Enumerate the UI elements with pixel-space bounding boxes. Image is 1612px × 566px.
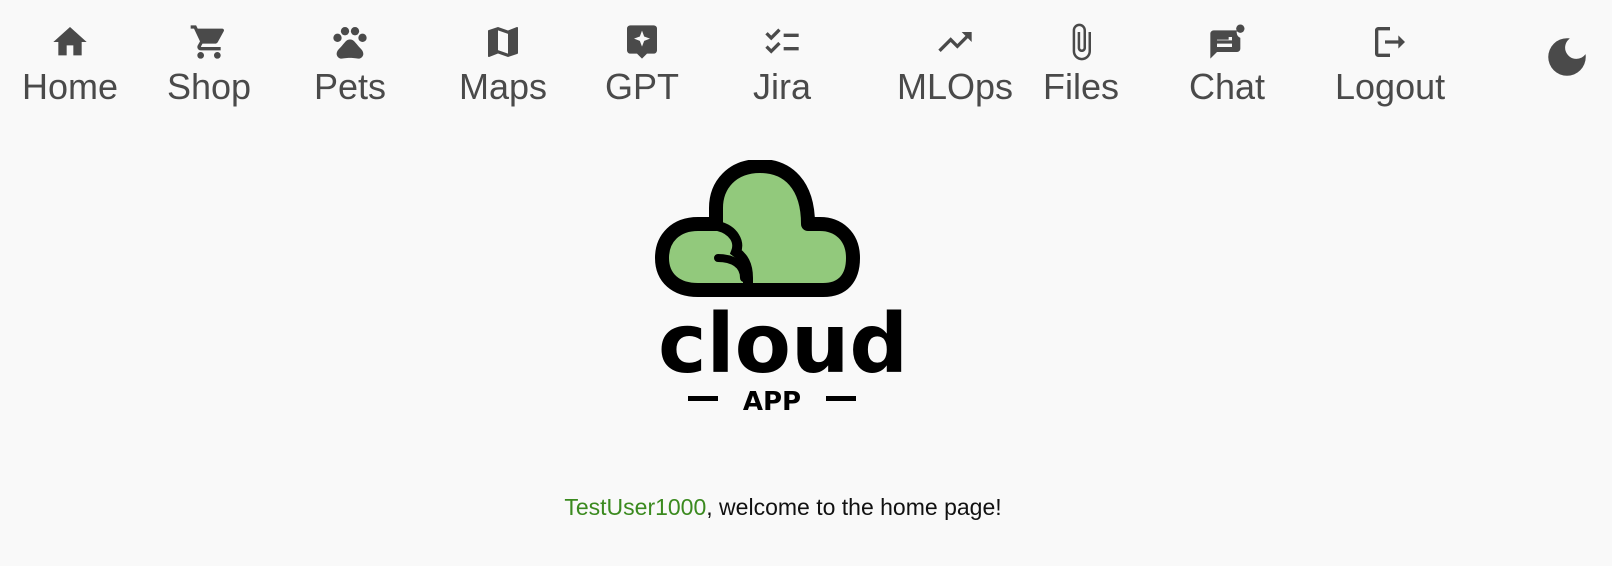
nav-gpt-label: GPT — [605, 66, 680, 107]
nav-jira[interactable]: Jira — [753, 22, 811, 107]
chat-notification-icon — [1207, 22, 1247, 62]
nav-pets-label: Pets — [314, 66, 387, 107]
nav-shop-label: Shop — [167, 66, 252, 107]
nav-chat[interactable]: Chat — [1189, 22, 1265, 107]
logo-subword: APP — [743, 387, 801, 417]
nav-chat-label: Chat — [1189, 66, 1266, 107]
map-icon — [483, 22, 523, 62]
paw-icon — [330, 22, 370, 62]
nav-maps-label: Maps — [459, 66, 548, 107]
theme-toggle-button[interactable] — [1542, 32, 1592, 82]
nav-logout-label: Logout — [1335, 66, 1446, 107]
home-icon — [50, 22, 90, 62]
trending-up-icon — [935, 22, 975, 62]
paperclip-icon — [1061, 22, 1101, 62]
nav-gpt[interactable]: GPT — [605, 22, 679, 107]
logo-wordmark: cloud — [658, 297, 908, 392]
cloud-app-logo: cloud APP — [648, 159, 918, 425]
nav-jira-label: Jira — [753, 66, 812, 107]
nav-files-label: Files — [1043, 66, 1120, 107]
nav-maps[interactable]: Maps — [459, 22, 547, 107]
welcome-text: , welcome to the home page! — [706, 494, 1002, 520]
nav-mlops-label: MLOps — [897, 66, 1014, 107]
nav-logout[interactable]: Logout — [1335, 22, 1445, 107]
moon-icon — [1548, 38, 1586, 76]
top-navbar: Home Shop Pets Maps GPT Jira MLOps Files… — [0, 0, 1612, 130]
nav-files[interactable]: Files — [1043, 22, 1119, 107]
sparkle-chat-icon — [622, 22, 662, 62]
welcome-username: TestUser1000 — [564, 494, 707, 520]
checklist-icon — [762, 22, 802, 62]
nav-shop[interactable]: Shop — [167, 22, 251, 107]
nav-home[interactable]: Home — [22, 22, 118, 107]
nav-pets[interactable]: Pets — [314, 22, 386, 107]
logout-icon — [1370, 22, 1410, 62]
nav-home-label: Home — [22, 66, 119, 107]
nav-mlops[interactable]: MLOps — [897, 22, 1013, 107]
welcome-message: TestUser1000, welcome to the home page! — [0, 494, 1566, 521]
cart-icon — [189, 22, 229, 62]
